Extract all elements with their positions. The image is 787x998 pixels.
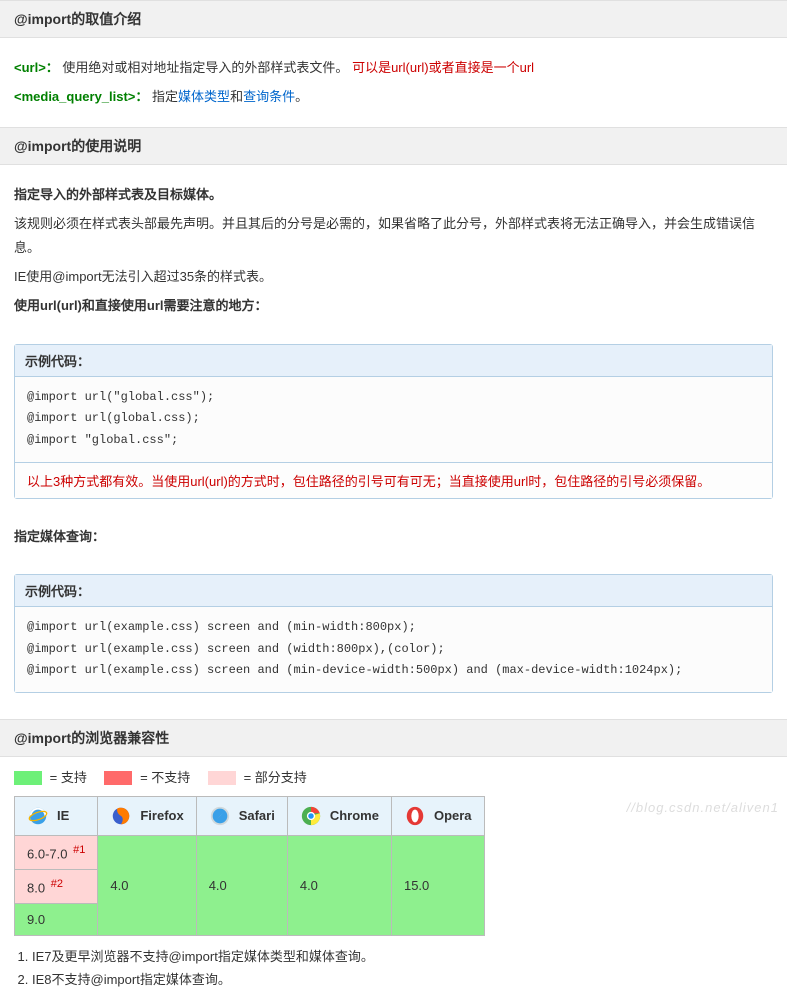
compat-legend: = 支持 = 不支持 = 部分支持 <box>0 757 787 796</box>
link-media-type[interactable]: 媒体类型 <box>178 89 230 104</box>
swatch-red <box>104 771 132 785</box>
url-desc: 使用绝对或相对地址指定导入的外部样式表文件。 <box>62 60 348 75</box>
swatch-green <box>14 771 42 785</box>
code1-content: @import url("global.css"); @import url(g… <box>15 377 772 462</box>
section-usage-body: 指定导入的外部样式表及目标媒体。 该规则必须在样式表头部最先声明。并且其后的分号… <box>0 165 787 336</box>
link-query-cond[interactable]: 查询条件 <box>243 89 295 104</box>
cell-ie67-text: 6.0-7.0 <box>27 846 67 861</box>
th-safari: Safari <box>196 796 287 835</box>
cell-ie67: 6.0-7.0 #1 <box>15 835 98 869</box>
swatch-pink <box>208 771 236 785</box>
th-chrome-text: Chrome <box>330 808 379 823</box>
media-and: 和 <box>230 89 243 104</box>
compat-table: IE Firefox Safari Chrome Opera 6.0-7.0 #… <box>14 796 485 937</box>
section-values-header: @import的取值介绍 <box>0 0 787 38</box>
usage-p5-wrap: 指定媒体查询： <box>0 507 787 566</box>
note-1: IE7及更早浏览器不支持@import指定媒体类型和媒体查询。 <box>32 946 773 965</box>
url-line: <url>： 使用绝对或相对地址指定导入的外部样式表文件。 可以是url(url… <box>14 56 773 79</box>
legend-unsupported: = 不支持 <box>104 767 190 786</box>
safari-icon <box>209 805 231 827</box>
code1-title: 示例代码： <box>15 345 772 377</box>
cell-ie8-sup: #2 <box>51 878 63 890</box>
th-firefox-text: Firefox <box>140 808 183 823</box>
code2-content: @import url(example.css) screen and (min… <box>15 607 772 692</box>
usage-p2: 该规则必须在样式表头部最先声明。并且其后的分号是必需的，如果省略了此分号，外部样… <box>14 212 773 259</box>
tag-media: <media_query_list>： <box>14 89 148 104</box>
th-ie: IE <box>15 796 98 835</box>
usage-p1: 指定导入的外部样式表及目标媒体。 <box>14 183 773 206</box>
ie-icon <box>27 805 49 827</box>
th-opera-text: Opera <box>434 808 472 823</box>
code2-title: 示例代码： <box>15 575 772 607</box>
usage-p5: 指定媒体查询： <box>14 525 773 548</box>
compat-row-1: 6.0-7.0 #1 4.0 4.0 4.0 15.0 <box>15 835 485 869</box>
url-note: 可以是url(url)或者直接是一个url <box>352 60 534 75</box>
code1-note: 以上3种方式都有效。当使用url(url)的方式时，包住路径的引号可有可无；当直… <box>15 462 772 498</box>
th-chrome: Chrome <box>287 796 391 835</box>
section-compat-header: @import的浏览器兼容性 <box>0 719 787 757</box>
legend-supported: = 支持 <box>14 767 87 786</box>
legend-partial-text: = 部分支持 <box>244 770 307 785</box>
cell-ie9: 9.0 <box>15 904 98 936</box>
cell-opera: 15.0 <box>391 835 484 936</box>
media-line: <media_query_list>： 指定媒体类型和查询条件。 <box>14 85 773 108</box>
th-safari-text: Safari <box>239 808 275 823</box>
media-prefix: 指定 <box>152 89 178 104</box>
cell-safari: 4.0 <box>196 835 287 936</box>
note-2: IE8不支持@import指定媒体查询。 <box>32 969 773 988</box>
cell-chrome: 4.0 <box>287 835 391 936</box>
chrome-icon <box>300 805 322 827</box>
tag-url: <url>： <box>14 60 59 75</box>
watermark: //blog.csdn.net/aliven1 <box>627 800 779 815</box>
legend-unsupported-text: = 不支持 <box>140 770 190 785</box>
usage-p4: 使用url(url)和直接使用url需要注意的地方： <box>14 294 773 317</box>
cell-ie8: 8.0 #2 <box>15 870 98 904</box>
code-block-2: 示例代码： @import url(example.css) screen an… <box>14 574 773 693</box>
firefox-icon <box>110 805 132 827</box>
usage-p3: IE使用@import无法引入超过35条的样式表。 <box>14 265 773 288</box>
legend-partial: = 部分支持 <box>208 767 307 786</box>
compat-notes: IE7及更早浏览器不支持@import指定媒体类型和媒体查询。 IE8不支持@i… <box>32 946 773 988</box>
th-opera: Opera <box>391 796 484 835</box>
compat-header-row: IE Firefox Safari Chrome Opera <box>15 796 485 835</box>
media-end: 。 <box>295 89 308 104</box>
section-usage-header: @import的使用说明 <box>0 127 787 165</box>
th-ie-text: IE <box>57 808 69 823</box>
code-block-1: 示例代码： @import url("global.css"); @import… <box>14 344 773 499</box>
cell-firefox: 4.0 <box>98 835 196 936</box>
section-values-body: <url>： 使用绝对或相对地址指定导入的外部样式表文件。 可以是url(url… <box>0 38 787 127</box>
th-firefox: Firefox <box>98 796 196 835</box>
cell-ie8-text: 8.0 <box>27 880 45 895</box>
cell-ie67-sup: #1 <box>73 844 85 856</box>
opera-icon <box>404 805 426 827</box>
legend-supported-text: = 支持 <box>50 770 87 785</box>
